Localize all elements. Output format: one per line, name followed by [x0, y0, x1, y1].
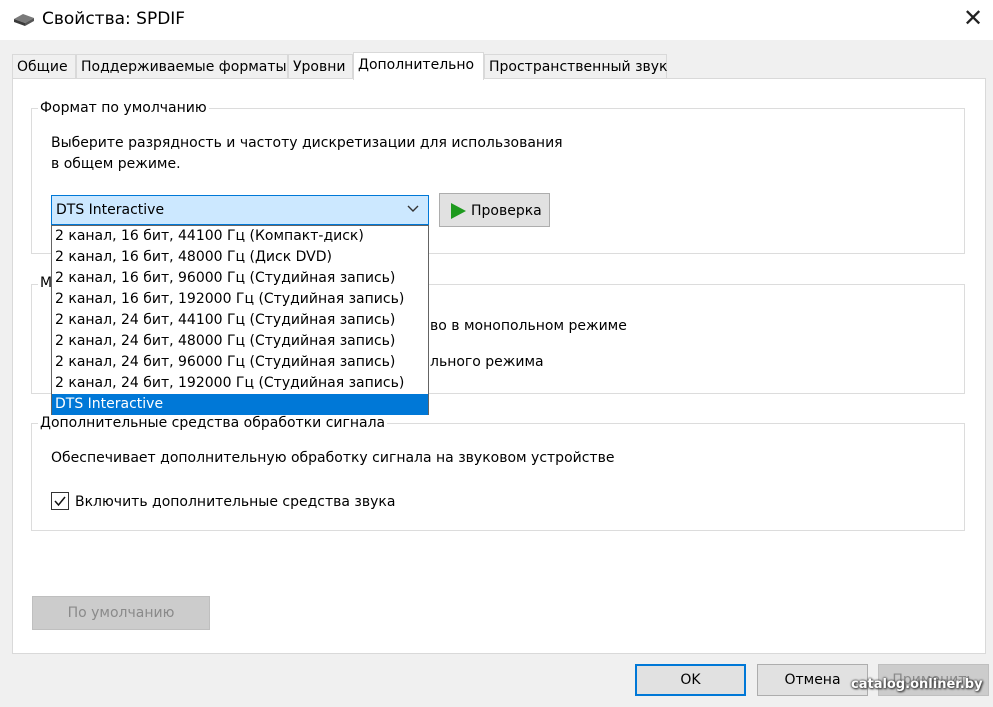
- signal-enhancements-description: Обеспечивает дополнительную обработку си…: [51, 450, 615, 466]
- tab-spatial-sound[interactable]: Пространственный звук: [484, 54, 668, 78]
- watermark: catalog.onliner.by: [851, 677, 983, 692]
- tab-levels[interactable]: Уровни: [288, 54, 353, 78]
- format-option[interactable]: 2 канал, 16 бит, 192000 Гц (Студийная за…: [52, 289, 428, 310]
- format-option[interactable]: 2 канал, 16 бит, 48000 Гц (Диск DVD): [52, 247, 428, 268]
- chevron-down-icon: [407, 205, 419, 212]
- tab-supported-formats[interactable]: Поддерживаемые форматы: [76, 54, 288, 78]
- tab-general[interactable]: Общие: [12, 54, 76, 78]
- format-option-selected[interactable]: DTS Interactive: [52, 394, 428, 415]
- format-option[interactable]: 2 канал, 24 бит, 192000 Гц (Студийная за…: [52, 373, 428, 394]
- format-option[interactable]: 2 канал, 24 бит, 48000 Гц (Студийная зап…: [52, 331, 428, 352]
- speaker-device-icon: [14, 14, 34, 26]
- test-button[interactable]: Проверка: [439, 193, 550, 227]
- signal-enhancements-legend: Дополнительные средства обработки сигнал…: [38, 415, 388, 431]
- exclusive-mode-option2-label: льного режима: [430, 354, 544, 370]
- title-bar: Свойства: SPDIF ✕: [0, 0, 993, 40]
- format-option[interactable]: 2 канал, 24 бит, 44100 Гц (Студийная зап…: [52, 310, 428, 331]
- signal-enhancements-group: [31, 423, 965, 531]
- exclusive-mode-option1-label: во в монопольном режиме: [430, 318, 627, 334]
- default-format-legend: Формат по умолчанию: [38, 100, 209, 116]
- format-select[interactable]: DTS Interactive: [51, 195, 429, 225]
- tab-advanced[interactable]: Дополнительно: [353, 52, 484, 80]
- ok-button[interactable]: OK: [635, 664, 746, 696]
- enable-enhancements-label[interactable]: Включить дополнительные средства звука: [75, 494, 395, 510]
- enable-enhancements-checkbox[interactable]: [51, 492, 69, 510]
- window-title: Свойства: SPDIF: [42, 9, 186, 29]
- close-icon[interactable]: ✕: [962, 6, 984, 30]
- restore-defaults-button[interactable]: По умолчанию: [32, 596, 210, 630]
- test-button-label: Проверка: [471, 203, 542, 219]
- format-select-value: DTS Interactive: [56, 202, 165, 218]
- format-dropdown-list: 2 канал, 16 бит, 44100 Гц (Компакт-диск)…: [51, 225, 429, 415]
- format-option[interactable]: 2 канал, 16 бит, 96000 Гц (Студийная зап…: [52, 268, 428, 289]
- checkmark-icon: [54, 496, 66, 507]
- default-format-description-line1: Выберите разрядность и частоту дискретиз…: [51, 135, 563, 151]
- default-format-description-line2: в общем режиме.: [51, 156, 181, 172]
- format-option[interactable]: 2 канал, 16 бит, 44100 Гц (Компакт-диск): [52, 226, 428, 247]
- play-icon: [451, 203, 466, 219]
- format-option[interactable]: 2 канал, 24 бит, 96000 Гц (Студийная зап…: [52, 352, 428, 373]
